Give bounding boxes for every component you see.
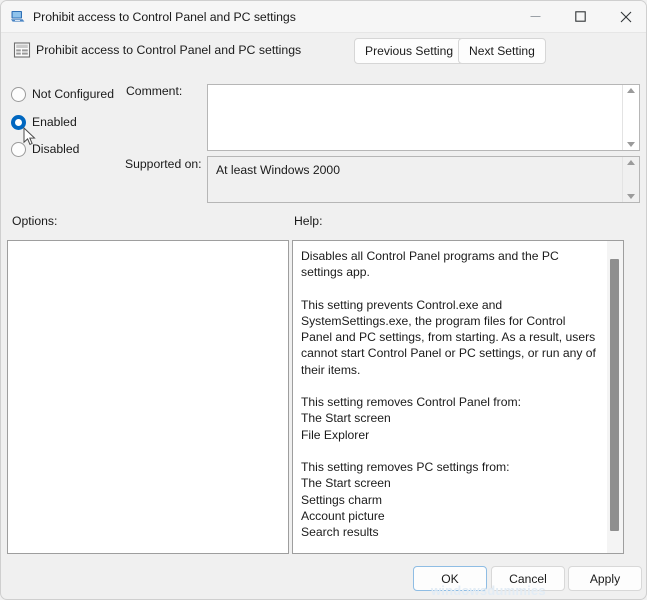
radio-indicator-not-configured[interactable] bbox=[11, 87, 26, 102]
computer-policy-icon bbox=[10, 9, 26, 25]
scroll-down-icon[interactable] bbox=[627, 142, 635, 147]
title-bar[interactable]: Prohibit access to Control Panel and PC … bbox=[1, 1, 647, 33]
previous-setting-button[interactable]: Previous Setting bbox=[354, 38, 464, 64]
scroll-up-icon[interactable] bbox=[627, 88, 635, 93]
close-button[interactable] bbox=[603, 1, 647, 32]
help-paragraph: Disables all Control Panel programs and … bbox=[301, 248, 598, 281]
supported-on-scrollbar[interactable] bbox=[622, 157, 639, 202]
watermark-text: windowsdummies bbox=[431, 583, 546, 598]
minimize-button[interactable] bbox=[513, 1, 558, 32]
radio-option-not-configured[interactable]: Not Configured bbox=[11, 85, 114, 103]
radio-option-disabled[interactable]: Disabled bbox=[11, 140, 79, 158]
help-paragraph: This setting removes Control Panel from:… bbox=[301, 394, 598, 443]
comment-label: Comment: bbox=[126, 84, 182, 98]
setting-header: Prohibit access to Control Panel and PC … bbox=[1, 32, 647, 76]
radio-label-not-configured: Not Configured bbox=[32, 87, 114, 101]
window-title: Prohibit access to Control Panel and PC … bbox=[33, 10, 296, 24]
radio-option-enabled[interactable]: Enabled bbox=[11, 113, 77, 131]
mouse-cursor bbox=[23, 127, 36, 146]
help-paragraph: This setting prevents Control.exe and Sy… bbox=[301, 297, 598, 378]
comment-value[interactable] bbox=[208, 85, 622, 150]
help-label: Help: bbox=[294, 214, 322, 228]
policy-setting-icon bbox=[13, 41, 31, 59]
scroll-up-icon[interactable] bbox=[627, 160, 635, 165]
help-panel: Disables all Control Panel programs and … bbox=[292, 240, 624, 554]
comment-textarea[interactable] bbox=[207, 84, 640, 151]
window-controls bbox=[513, 1, 647, 32]
supported-on-label: Supported on: bbox=[125, 157, 202, 171]
help-paragraph: This setting removes PC settings from:Th… bbox=[301, 459, 598, 540]
help-text-content: Disables all Control Panel programs and … bbox=[293, 241, 607, 553]
supported-on-value: At least Windows 2000 bbox=[208, 157, 622, 202]
scroll-down-icon[interactable] bbox=[627, 194, 635, 199]
help-scrollbar[interactable] bbox=[607, 241, 623, 553]
supported-on-field: At least Windows 2000 bbox=[207, 156, 640, 203]
next-setting-button[interactable]: Next Setting bbox=[458, 38, 546, 64]
group-policy-setting-dialog: Prohibit access to Control Panel and PC … bbox=[0, 0, 647, 600]
radio-label-enabled: Enabled bbox=[32, 115, 77, 129]
options-label: Options: bbox=[12, 214, 57, 228]
comment-scrollbar[interactable] bbox=[622, 85, 639, 150]
maximize-button[interactable] bbox=[558, 1, 603, 32]
radio-label-disabled: Disabled bbox=[32, 142, 79, 156]
options-panel[interactable] bbox=[7, 240, 289, 554]
setting-name-label: Prohibit access to Control Panel and PC … bbox=[36, 43, 301, 57]
apply-button[interactable]: Apply bbox=[568, 566, 642, 591]
help-scrollbar-thumb[interactable] bbox=[610, 259, 619, 531]
